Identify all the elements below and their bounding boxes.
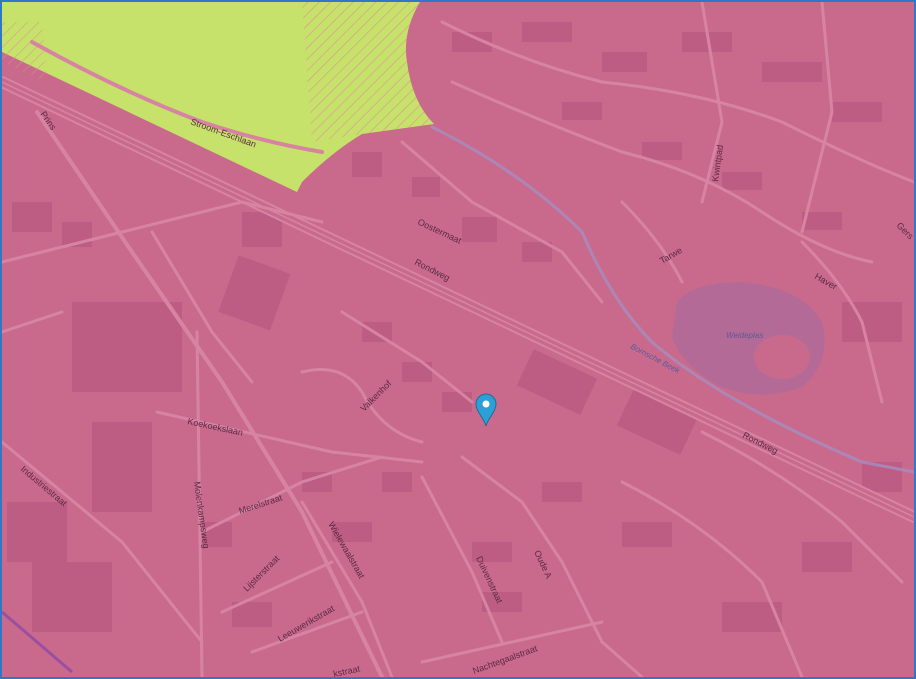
label-weideplas: Weideplas <box>726 331 763 340</box>
map-canvas[interactable]: Stroom-Eschlaan Prins Oostermaat Rondweg… <box>2 2 914 677</box>
weideplas-island <box>754 335 810 379</box>
map-frame: Stroom-Eschlaan Prins Oostermaat Rondweg… <box>0 0 916 679</box>
